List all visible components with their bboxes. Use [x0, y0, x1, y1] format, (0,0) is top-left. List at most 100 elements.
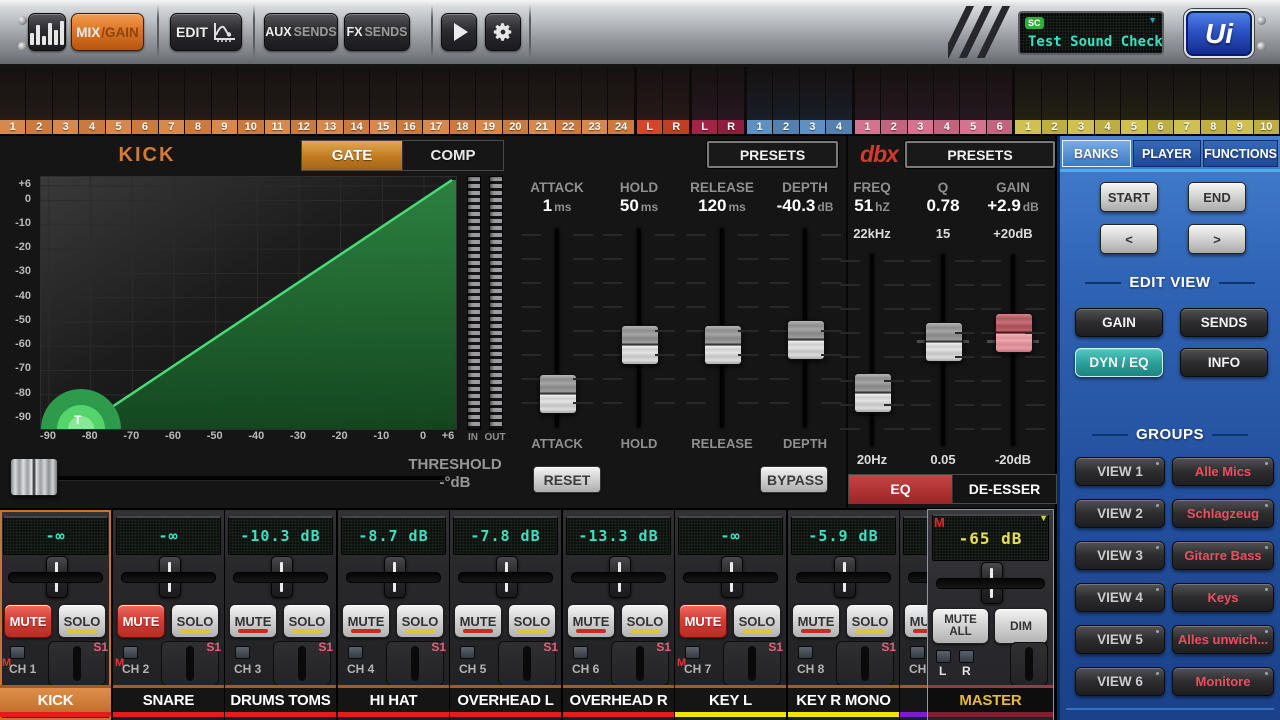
- strip-name[interactable]: KICK: [0, 688, 111, 712]
- mute-button[interactable]: MUTE: [342, 604, 390, 638]
- master-name[interactable]: MASTER: [928, 688, 1053, 712]
- info-view-button[interactable]: INFO: [1180, 348, 1268, 377]
- channel-tab-fx-3[interactable]: 3: [800, 67, 825, 134]
- channel-tab-inputs-5[interactable]: 5: [106, 67, 131, 134]
- sends-view-button[interactable]: SENDS: [1180, 308, 1268, 337]
- fader-handle[interactable]: [925, 322, 963, 362]
- threshold-slider-handle[interactable]: [10, 458, 58, 496]
- channel-tab-inputs-19[interactable]: 19: [476, 67, 501, 134]
- mute-button[interactable]: MUTE: [229, 604, 277, 638]
- mute-button[interactable]: MUTE: [454, 604, 502, 638]
- channel-tab-subgroup-1[interactable]: 1: [855, 67, 880, 134]
- fader-handle[interactable]: [995, 313, 1033, 353]
- dropdown-triangle-icon[interactable]: ▼: [1039, 513, 1048, 523]
- solo-button[interactable]: SOLO: [58, 604, 106, 638]
- mute-button[interactable]: MUTE: [567, 604, 615, 638]
- fader-track[interactable]: [834, 254, 910, 446]
- strip-name[interactable]: KEY R MONO: [788, 688, 899, 712]
- eq-presets-button[interactable]: PRESETS: [905, 141, 1055, 168]
- pan-slider[interactable]: [233, 572, 328, 583]
- channel-tab-aux-1[interactable]: 1: [1015, 67, 1040, 134]
- channel-tab-aux-7[interactable]: 7: [1174, 67, 1199, 134]
- channel-tab-aux-4[interactable]: 4: [1095, 67, 1120, 134]
- ui-logo[interactable]: Ui: [1184, 9, 1254, 58]
- strip-name[interactable]: DRUMS TOMS: [225, 688, 336, 712]
- show-display[interactable]: SC Test Sound Check ▼: [1018, 11, 1164, 55]
- fader-handle[interactable]: [539, 374, 577, 414]
- view-5-button[interactable]: VIEW 5: [1075, 625, 1165, 654]
- mute-button[interactable]: MUTE: [117, 604, 165, 638]
- settings-button[interactable]: [485, 13, 521, 51]
- mute-all-button[interactable]: MUTE ALL: [932, 608, 989, 644]
- channel-tab-inputs-21[interactable]: 21: [529, 67, 554, 134]
- bank-next-button[interactable]: >: [1188, 224, 1246, 254]
- channel-tab-aux-9[interactable]: 9: [1227, 67, 1252, 134]
- fader-handle[interactable]: [854, 373, 892, 413]
- tab-comp[interactable]: COMP: [403, 141, 503, 170]
- channel-tab-inputs-16[interactable]: 16: [397, 67, 422, 134]
- pan-slider[interactable]: [458, 572, 553, 583]
- channel-tab-line-in-R[interactable]: R: [663, 67, 688, 134]
- channel-tab-inputs-24[interactable]: 24: [608, 67, 633, 134]
- end-button[interactable]: END: [1188, 182, 1246, 212]
- channel-tab-inputs-8[interactable]: 8: [185, 67, 210, 134]
- channel-tab-inputs-12[interactable]: 12: [291, 67, 316, 134]
- view-2-button[interactable]: VIEW 2: [1075, 499, 1165, 528]
- channel-tab-fx-1[interactable]: 1: [747, 67, 772, 134]
- solo-button[interactable]: SOLO: [396, 604, 444, 638]
- mute-button[interactable]: MUTE: [792, 604, 840, 638]
- pan-slider[interactable]: [796, 572, 891, 583]
- dim-button[interactable]: DIM: [994, 608, 1048, 644]
- edit-button[interactable]: EDIT: [170, 13, 242, 51]
- group-gitarre-bass-button[interactable]: Gitarre Bass: [1172, 541, 1274, 570]
- start-button[interactable]: START: [1100, 182, 1158, 212]
- channel-tab-aux-2[interactable]: 2: [1042, 67, 1067, 134]
- strip-name[interactable]: KEY L: [675, 688, 786, 712]
- channel-tab-subgroup-6[interactable]: 6: [987, 67, 1012, 134]
- fader-track[interactable]: [680, 228, 764, 428]
- pan-slider[interactable]: [571, 572, 666, 583]
- pan-slider[interactable]: [121, 572, 216, 583]
- fader-handle[interactable]: [704, 325, 742, 365]
- channel-tab-inputs-20[interactable]: 20: [503, 67, 528, 134]
- solo-button[interactable]: SOLO: [846, 604, 894, 638]
- master-mini-fader[interactable]: [1010, 642, 1048, 686]
- pan-slider[interactable]: [8, 572, 103, 583]
- group-schlagzeug-button[interactable]: Schlagzeug: [1172, 499, 1274, 528]
- solo-button[interactable]: SOLO: [621, 604, 669, 638]
- mute-button[interactable]: MUTE: [4, 604, 52, 638]
- channel-tab-inputs-6[interactable]: 6: [132, 67, 157, 134]
- solo-button[interactable]: SOLO: [733, 604, 781, 638]
- strip-name[interactable]: SNARE: [113, 688, 224, 712]
- view-1-button[interactable]: VIEW 1: [1075, 457, 1165, 486]
- channel-tab-inputs-3[interactable]: 3: [53, 67, 78, 134]
- view-4-button[interactable]: VIEW 4: [1075, 583, 1165, 612]
- master-pan-slider[interactable]: [936, 578, 1045, 589]
- channel-tab-player-L[interactable]: L: [692, 67, 717, 134]
- channel-tab-subgroup-5[interactable]: 5: [960, 67, 985, 134]
- channel-tab-inputs-22[interactable]: 22: [556, 67, 581, 134]
- tab-player[interactable]: PLAYER: [1133, 140, 1202, 167]
- meters-button[interactable]: [28, 13, 66, 51]
- fx-sends-button[interactable]: FXSENDS: [344, 13, 410, 51]
- view-3-button[interactable]: VIEW 3: [1075, 541, 1165, 570]
- channel-tab-inputs-7[interactable]: 7: [159, 67, 184, 134]
- solo-button[interactable]: SOLO: [171, 604, 219, 638]
- mute-button[interactable]: MUTE: [679, 604, 727, 638]
- channel-tab-aux-8[interactable]: 8: [1201, 67, 1226, 134]
- strip-name[interactable]: OVERHEAD L: [450, 688, 561, 712]
- channel-tab-aux-10[interactable]: 10: [1254, 67, 1279, 134]
- tab-functions[interactable]: FUNCTIONS: [1203, 140, 1278, 167]
- channel-tab-inputs-17[interactable]: 17: [423, 67, 448, 134]
- fader-handle[interactable]: [787, 320, 825, 360]
- channel-tab-aux-5[interactable]: 5: [1121, 67, 1146, 134]
- channel-tab-fx-2[interactable]: 2: [773, 67, 798, 134]
- fader-track[interactable]: [905, 254, 981, 446]
- gate-graph[interactable]: T: [40, 176, 457, 430]
- pan-slider[interactable]: [346, 572, 441, 583]
- channel-tab-inputs-2[interactable]: 2: [26, 67, 51, 134]
- channel-tab-inputs-10[interactable]: 10: [238, 67, 263, 134]
- gain-view-button[interactable]: GAIN: [1075, 308, 1163, 337]
- channel-tab-inputs-14[interactable]: 14: [344, 67, 369, 134]
- channel-tab-player-R[interactable]: R: [718, 67, 743, 134]
